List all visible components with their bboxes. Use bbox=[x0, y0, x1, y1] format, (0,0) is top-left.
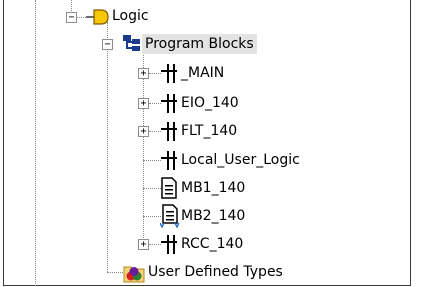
ladder-block-icon bbox=[161, 235, 177, 254]
tree-node-label: MB2_140 bbox=[181, 208, 246, 224]
document-link-icon bbox=[160, 204, 180, 228]
ladder-block-icon bbox=[161, 151, 177, 170]
tree-node-label: Program Blocks bbox=[142, 34, 257, 54]
tree-guide bbox=[143, 160, 161, 161]
user-types-icon bbox=[123, 266, 145, 283]
expand-toggle[interactable]: + bbox=[138, 68, 149, 79]
tree-node-label: FLT_140 bbox=[181, 123, 238, 139]
ladder-block-icon bbox=[161, 64, 177, 83]
logic-icon bbox=[86, 9, 109, 25]
expand-toggle[interactable]: + bbox=[138, 239, 149, 250]
program-blocks-icon bbox=[123, 35, 140, 51]
tree-node-label: RCC_140 bbox=[181, 236, 244, 252]
tree-node-label: Logic bbox=[112, 8, 149, 24]
tree-guide bbox=[77, 17, 86, 18]
ladder-block-icon bbox=[161, 94, 177, 113]
project-tree: − Logic − Program Blocks + _MAIN + EIO_1… bbox=[0, 0, 425, 287]
tree-node-label: User Defined Types bbox=[148, 264, 283, 280]
tree-guide bbox=[35, 0, 36, 286]
ladder-block-icon bbox=[161, 122, 177, 141]
collapse-toggle[interactable]: − bbox=[102, 39, 113, 50]
tree-node-label: _MAIN bbox=[181, 65, 225, 81]
expand-toggle[interactable]: + bbox=[138, 98, 149, 109]
document-icon bbox=[161, 177, 177, 199]
expand-toggle[interactable]: + bbox=[138, 126, 149, 137]
tree-node-label: EIO_140 bbox=[181, 95, 239, 111]
tree-node-label: Local_User_Logic bbox=[181, 152, 300, 168]
tree-guide bbox=[143, 188, 161, 189]
tree-guide bbox=[107, 22, 108, 272]
tree-guide bbox=[143, 216, 161, 217]
collapse-toggle[interactable]: − bbox=[66, 12, 77, 23]
tree-node-label: MB1_140 bbox=[181, 180, 246, 196]
